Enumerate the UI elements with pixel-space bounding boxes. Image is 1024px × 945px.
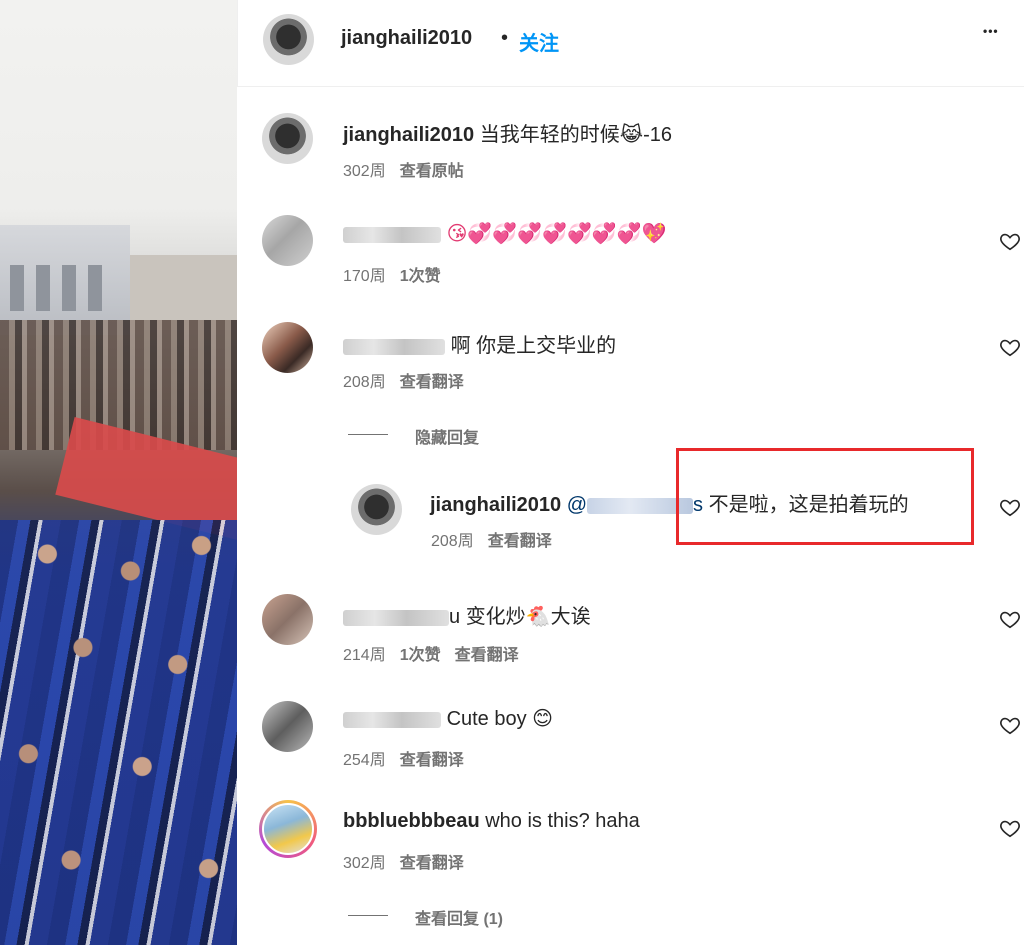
likes-count[interactable]: 1次赞	[400, 647, 441, 664]
like-heart-icon[interactable]	[999, 608, 1021, 630]
comment-age: 302周	[343, 855, 386, 872]
reply-age: 208周	[431, 533, 474, 550]
reply-username[interactable]: jianghaili2010	[430, 494, 561, 516]
comment-line: 😘💞💞💞💞💞💞💞💖	[343, 221, 667, 246]
comment-text: 变化炒🐔大诶	[465, 606, 591, 628]
comment-meta: 214周 1次赞 查看翻译	[343, 641, 519, 665]
caption-age: 302周	[343, 163, 386, 180]
reply-meta: 208周 查看翻译	[431, 527, 552, 551]
comment-text: Cute boy 😊	[446, 708, 554, 730]
see-translation-link[interactable]: 查看翻译	[400, 752, 464, 769]
like-heart-icon[interactable]	[999, 336, 1021, 358]
caption-text: 当我年轻的时候😹-16	[479, 124, 673, 146]
comment-meta: 254周 查看翻译	[343, 746, 464, 770]
view-replies-button[interactable]: 查看回复 (1)	[415, 905, 503, 929]
photo-building	[0, 225, 130, 335]
photo-building-2	[130, 255, 237, 330]
comment-meta: 208周 查看翻译	[343, 368, 464, 392]
caption-username[interactable]: jianghaili2010	[343, 124, 474, 146]
see-translation-link[interactable]: 查看翻译	[400, 374, 464, 391]
comment-line: 啊 你是上交毕业的	[343, 329, 616, 358]
post-photo[interactable]	[0, 0, 237, 945]
comment-line: u 变化炒🐔大诶	[343, 600, 591, 629]
like-heart-icon[interactable]	[999, 230, 1021, 252]
highlight-box	[676, 448, 974, 545]
caption-avatar[interactable]	[262, 113, 313, 164]
reply-avatar[interactable]	[351, 484, 402, 535]
more-options-icon[interactable]: •••	[983, 24, 999, 38]
post-header: jianghaili2010 • 关注 •••	[237, 0, 1024, 87]
see-translation-link[interactable]: 查看翻译	[488, 533, 552, 550]
view-original-link[interactable]: 查看原帖	[400, 163, 464, 180]
comment-text: 😘💞💞💞💞💞💞💞💖	[446, 221, 667, 245]
caption-meta: 302周 查看原帖	[343, 157, 464, 181]
photo-faces	[0, 520, 237, 945]
like-heart-icon[interactable]	[999, 496, 1021, 518]
blurred-username[interactable]	[343, 226, 441, 243]
commenter-avatar[interactable]	[262, 215, 313, 266]
commenter-avatar[interactable]	[262, 322, 313, 373]
comment-age: 254周	[343, 752, 386, 769]
blurred-username[interactable]	[343, 609, 449, 626]
comment-line: Cute boy 😊	[343, 706, 553, 731]
comment-age: 170周	[343, 268, 386, 285]
comment-meta: 302周 查看翻译	[343, 849, 464, 873]
comment-text: 啊 你是上交毕业的	[450, 335, 617, 357]
comment-line: bbbluebbbeau who is this? haha	[343, 810, 640, 833]
commenter-avatar[interactable]	[262, 701, 313, 752]
like-heart-icon[interactable]	[999, 817, 1021, 839]
comment-text: who is this? haha	[485, 810, 640, 832]
commenter-avatar[interactable]	[262, 594, 313, 645]
likes-count[interactable]: 1次赞	[400, 268, 441, 285]
blurred-username[interactable]	[343, 711, 441, 728]
commenter-username[interactable]: bbbluebbbeau	[343, 810, 480, 832]
replies-divider	[348, 434, 388, 435]
caption-line: jianghaili2010 当我年轻的时候😹-16	[343, 118, 672, 147]
comment-age: 208周	[343, 374, 386, 391]
follow-button[interactable]: 关注	[519, 27, 559, 56]
replies-divider	[348, 915, 388, 916]
author-avatar[interactable]	[263, 14, 314, 65]
see-translation-link[interactable]: 查看翻译	[455, 647, 519, 664]
see-translation-link[interactable]: 查看翻译	[400, 855, 464, 872]
like-heart-icon[interactable]	[999, 714, 1021, 736]
comment-age: 214周	[343, 647, 386, 664]
comment-meta: 170周 1次赞	[343, 262, 441, 286]
blurred-username[interactable]	[343, 338, 445, 355]
separator-dot: •	[501, 27, 509, 49]
author-username[interactable]: jianghaili2010	[341, 27, 472, 50]
hide-replies-button[interactable]: 隐藏回复	[415, 424, 479, 448]
commenter-avatar[interactable]	[259, 800, 317, 858]
comments-panel: jianghaili2010 • 关注 ••• jianghaili2010 当…	[237, 0, 1024, 945]
